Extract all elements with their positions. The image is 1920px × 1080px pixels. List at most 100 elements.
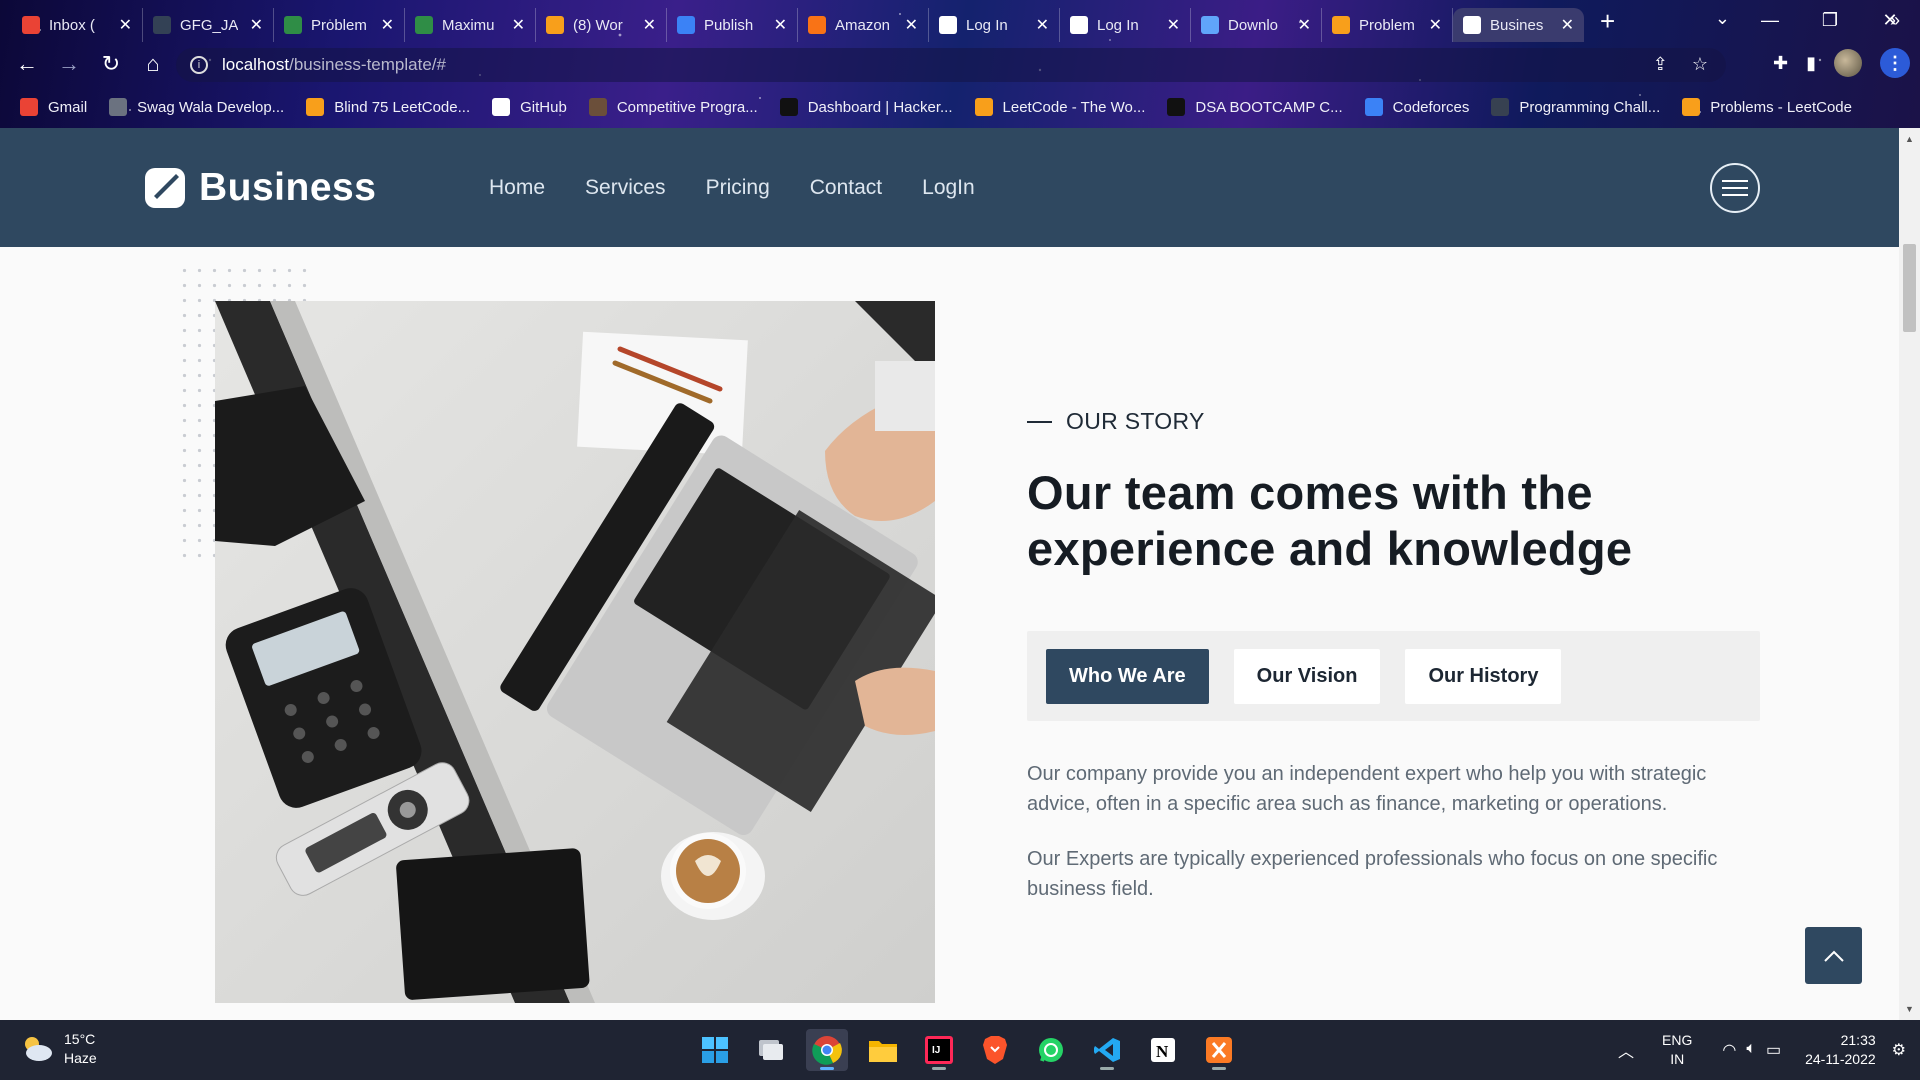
tab-our-vision[interactable]: Our Vision xyxy=(1233,648,1381,704)
notion-icon[interactable]: N xyxy=(1142,1029,1184,1071)
scrollbar-thumb[interactable] xyxy=(1903,244,1916,332)
minimize-icon[interactable]: — xyxy=(1740,10,1800,31)
browser-tab[interactable]: Log In ✕ xyxy=(1060,8,1191,42)
site-logo[interactable]: Business xyxy=(145,166,376,210)
close-tab-icon[interactable]: ✕ xyxy=(250,15,263,35)
browser-menu-icon[interactable]: ⋮ xyxy=(1880,48,1910,78)
nav-contact[interactable]: Contact xyxy=(810,176,882,200)
notifications-icon[interactable]: ⚙︎ xyxy=(1892,1040,1906,1060)
globe-icon xyxy=(1491,98,1510,116)
heading-line-1: Our team comes with the xyxy=(1027,466,1593,519)
browser-tab[interactable]: Busines ✕ xyxy=(1453,8,1584,42)
page-viewport: Business Home Services Pricing Contact L… xyxy=(0,128,1920,1020)
svg-text:N: N xyxy=(1156,1042,1169,1061)
browser-tab[interactable]: GFG_JA ✕ xyxy=(143,8,274,42)
reload-icon[interactable]: ↻ xyxy=(90,51,132,77)
close-tab-icon[interactable]: ✕ xyxy=(643,15,656,35)
scroll-down-arrow-icon[interactable]: ▼ xyxy=(1905,1004,1914,1014)
forward-icon[interactable]: → xyxy=(48,51,90,77)
side-panel-icon[interactable]: ▮ xyxy=(1806,53,1816,74)
bookmarks-more-icon[interactable]: » xyxy=(1890,10,1900,31)
bookmark-item[interactable]: DSA BOOTCAMP C... xyxy=(1167,98,1343,116)
clock-date: 24-11-2022 xyxy=(1805,1051,1876,1067)
whatsapp-icon[interactable] xyxy=(1030,1029,1072,1071)
browser-tab[interactable]: Amazon ✕ xyxy=(798,8,929,42)
section-heading: Our team comes with the experience and k… xyxy=(1027,465,1760,577)
close-tab-icon[interactable]: ✕ xyxy=(381,15,394,35)
intellij-icon[interactable]: IJ xyxy=(918,1029,960,1071)
tab-our-history[interactable]: Our History xyxy=(1405,648,1562,704)
tab-search-icon[interactable]: ⌄ xyxy=(1715,8,1730,29)
toolbar-right: ✚ ▮ ⋮ xyxy=(1773,48,1910,78)
section-eyebrow: OUR STORY xyxy=(1027,408,1760,435)
nav-login[interactable]: LogIn xyxy=(922,176,975,200)
xampp-icon[interactable] xyxy=(1198,1029,1240,1071)
bookmark-star-icon[interactable]: ☆ xyxy=(1692,54,1708,75)
input-language[interactable]: ENG IN xyxy=(1662,1031,1692,1069)
browser-tab-title: Inbox ( xyxy=(49,16,95,34)
bookmark-label: Blind 75 LeetCode... xyxy=(334,98,471,116)
page-scrollbar[interactable]: ▲ ▼ xyxy=(1899,128,1920,1020)
vscode-icon[interactable] xyxy=(1086,1029,1128,1071)
bookmark-item[interactable]: LeetCode - The Wo... xyxy=(974,98,1145,116)
browser-tab[interactable]: Publish ✕ xyxy=(667,8,798,42)
address-bar[interactable]: i localhost/business-template/# ⇪ ☆ xyxy=(176,48,1726,82)
tab-who-we-are[interactable]: Who We Are xyxy=(1046,648,1209,704)
bookmark-item[interactable]: Codeforces xyxy=(1364,98,1469,116)
bookmark-item[interactable]: Competitive Progra... xyxy=(588,98,758,116)
close-tab-icon[interactable]: ✕ xyxy=(774,15,787,35)
language-code: ENG xyxy=(1662,1032,1693,1048)
svg-text:IJ: IJ xyxy=(932,1045,940,1056)
task-view-icon[interactable] xyxy=(750,1029,792,1071)
close-tab-icon[interactable]: ✕ xyxy=(1429,15,1442,35)
bookmark-item[interactable]: Dashboard | Hacker... xyxy=(779,98,953,116)
close-tab-icon[interactable]: ✕ xyxy=(905,15,918,35)
extensions-icon[interactable]: ✚ xyxy=(1773,53,1788,74)
chrome-taskbar-icon[interactable] xyxy=(806,1029,848,1071)
browser-tab[interactable]: Problem ✕ xyxy=(274,8,405,42)
home-icon[interactable]: ⌂ xyxy=(132,51,174,77)
weather-widget[interactable]: 15°C Haze xyxy=(20,1030,97,1068)
nav-pricing[interactable]: Pricing xyxy=(706,176,770,200)
brave-icon[interactable] xyxy=(974,1029,1016,1071)
site-info-icon[interactable]: i xyxy=(190,56,208,74)
bookmark-label: DSA BOOTCAMP C... xyxy=(1195,98,1343,116)
file-explorer-icon[interactable] xyxy=(862,1029,904,1071)
clock[interactable]: 21:33 24-11-2022 xyxy=(1805,1031,1876,1069)
browser-tab[interactable]: Log In ✕ xyxy=(929,8,1060,42)
nav-home[interactable]: Home xyxy=(489,176,545,200)
bookmark-item[interactable]: Swag Wala Develop... xyxy=(109,98,284,116)
scroll-up-arrow-icon[interactable]: ▲ xyxy=(1905,134,1914,144)
browser-tab[interactable]: Inbox ( ✕ xyxy=(12,8,143,42)
bookmark-item[interactable]: Gmail xyxy=(20,98,87,116)
browser-tab[interactable]: (8) Wor ✕ xyxy=(536,8,667,42)
browser-tab[interactable]: Problem ✕ xyxy=(1322,8,1453,42)
close-tab-icon[interactable]: ✕ xyxy=(1298,15,1311,35)
bookmark-item[interactable]: Problems - LeetCode xyxy=(1682,98,1852,116)
profile-avatar[interactable] xyxy=(1834,49,1862,77)
close-tab-icon[interactable]: ✕ xyxy=(1167,15,1180,35)
quick-settings[interactable]: ◠ 🔈︎ ▭ xyxy=(1722,1040,1781,1060)
leetcode-icon xyxy=(974,98,993,116)
share-icon[interactable]: ⇪ xyxy=(1653,54,1668,75)
bookmark-item[interactable]: Programming Chall... xyxy=(1491,98,1660,116)
browser-tab[interactable]: Maximu ✕ xyxy=(405,8,536,42)
start-menu-icon[interactable] xyxy=(694,1029,736,1071)
bookmark-item[interactable]: Blind 75 LeetCode... xyxy=(306,98,470,116)
close-tab-icon[interactable]: ✕ xyxy=(1036,15,1049,35)
bookmark-item[interactable]: GitHub xyxy=(492,98,567,116)
leetcode-icon xyxy=(1332,16,1350,34)
back-icon[interactable]: ← xyxy=(6,51,48,77)
close-tab-icon[interactable]: ✕ xyxy=(512,15,525,35)
hamburger-menu-icon[interactable] xyxy=(1710,163,1760,213)
close-tab-icon[interactable]: ✕ xyxy=(119,15,132,35)
browser-tab-title: Log In xyxy=(966,16,1008,34)
scroll-to-top-button[interactable] xyxy=(1805,927,1862,984)
browser-tab[interactable]: Downlo ✕ xyxy=(1191,8,1322,42)
windows-taskbar: 15°C Haze IJ N ︿ ENG IN ◠ 🔈︎ ▭ 21:33 24-… xyxy=(0,1020,1920,1080)
new-tab-button[interactable]: + xyxy=(1600,6,1615,37)
restore-icon[interactable]: ❐ xyxy=(1800,10,1860,31)
nav-services[interactable]: Services xyxy=(585,176,666,200)
close-tab-icon[interactable]: ✕ xyxy=(1561,15,1574,35)
tray-overflow-icon[interactable]: ︿ xyxy=(1618,1038,1634,1062)
